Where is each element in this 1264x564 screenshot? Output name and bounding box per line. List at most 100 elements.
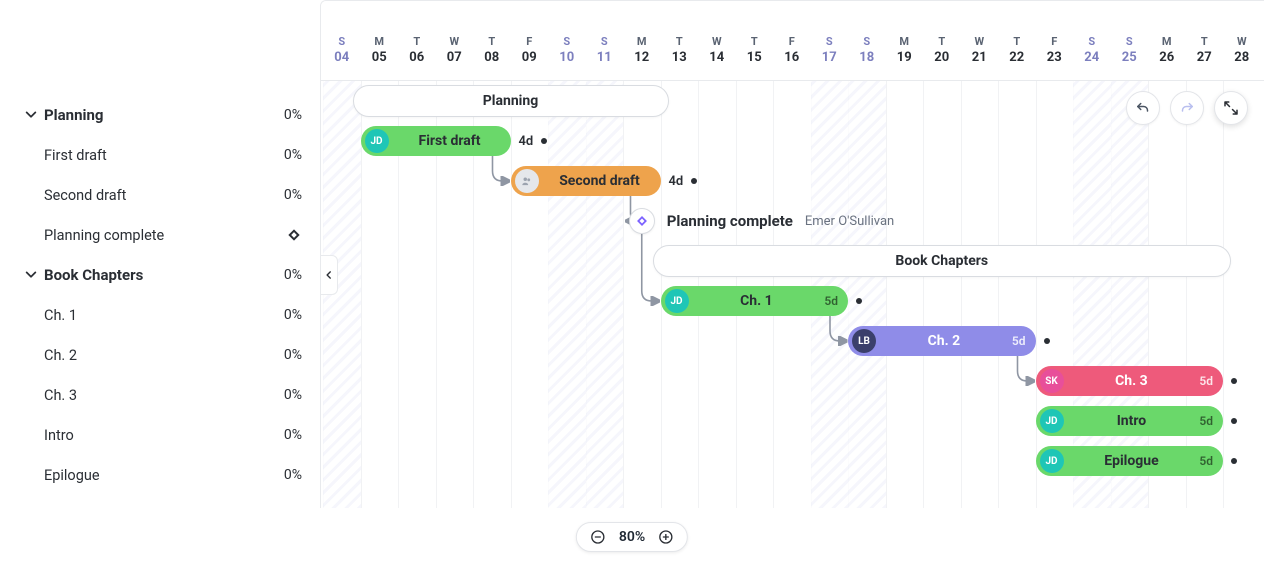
task-bar[interactable]: JDIntro5d <box>1036 406 1224 436</box>
day-header: T22 <box>998 1 1036 67</box>
task-bar-label: Intro <box>1064 413 1200 429</box>
group-progress: 0% <box>284 107 302 123</box>
day-header: S11 <box>586 1 624 67</box>
day-header: F16 <box>773 1 811 67</box>
task-bar-label: Second draft <box>539 173 661 189</box>
day-header: S18 <box>848 1 886 67</box>
day-header: M26 <box>1148 1 1186 67</box>
undo-button[interactable] <box>1126 91 1160 125</box>
zoom-out-button[interactable] <box>589 528 607 546</box>
assignee-avatar[interactable]: JD <box>1040 409 1064 433</box>
day-header: T08 <box>473 1 511 67</box>
assignee-avatar[interactable] <box>515 169 539 193</box>
day-header: M05 <box>361 1 399 67</box>
task-bar[interactable]: JDCh. 15d <box>661 286 849 316</box>
group-row-book-chapters[interactable]: Book Chapters 0% <box>0 255 320 295</box>
task-bar[interactable]: Second draft <box>511 166 661 196</box>
task-bar-label: Ch. 3 <box>1064 373 1200 389</box>
task-bar[interactable]: JDEpilogue5d <box>1036 446 1224 476</box>
task-duration: 4d <box>519 134 534 149</box>
task-bar[interactable]: LBCh. 25d <box>848 326 1036 356</box>
task-progress: 0% <box>284 307 302 323</box>
task-row-planning-complete[interactable]: Planning complete <box>0 215 320 255</box>
assignee-avatar[interactable]: SK <box>1040 369 1064 393</box>
task-label: Epilogue <box>44 467 284 484</box>
task-duration: 5d <box>1199 374 1213 388</box>
collapse-sidebar-button[interactable] <box>320 255 338 295</box>
task-bar[interactable]: SKCh. 35d <box>1036 366 1224 396</box>
group-bar[interactable]: Planning <box>353 85 669 117</box>
task-row-epilogue[interactable]: Epilogue 0% <box>0 455 320 495</box>
task-row-intro[interactable]: Intro 0% <box>0 415 320 455</box>
gantt-timeline[interactable]: S04M05T06W07T08F09S10S11M12T13W14T15F16S… <box>320 0 1264 508</box>
status-dot <box>1231 418 1237 424</box>
status-dot <box>541 138 547 144</box>
group-label: Book Chapters <box>44 266 284 284</box>
group-label: Planning <box>44 106 284 124</box>
day-header: W21 <box>961 1 999 67</box>
task-label: Intro <box>44 427 284 444</box>
day-header: M12 <box>623 1 661 67</box>
milestone[interactable]: Planning completeEmer O'Sullivan <box>629 206 894 236</box>
task-duration: 5d <box>1012 334 1026 348</box>
status-dot <box>1231 378 1237 384</box>
task-label: Planning complete <box>44 227 286 244</box>
day-header: F09 <box>511 1 549 67</box>
assignee-avatar[interactable]: JD <box>365 129 389 153</box>
timeline-header: S04M05T06W07T08F09S10S11M12T13W14T15F16S… <box>321 1 1264 81</box>
chevron-down-icon <box>22 266 40 284</box>
task-row-ch1[interactable]: Ch. 1 0% <box>0 295 320 335</box>
task-progress: 0% <box>284 347 302 363</box>
task-row-ch3[interactable]: Ch. 3 0% <box>0 375 320 415</box>
day-header: T06 <box>398 1 436 67</box>
assignee-avatar[interactable]: JD <box>665 289 689 313</box>
task-duration: 4d <box>669 174 684 189</box>
task-label: Ch. 1 <box>44 307 284 324</box>
day-header: S10 <box>548 1 586 67</box>
task-label: Ch. 3 <box>44 387 284 404</box>
expand-button[interactable] <box>1214 91 1248 125</box>
milestone-icon <box>629 208 655 234</box>
day-header: W28 <box>1223 1 1261 67</box>
day-header: M19 <box>886 1 924 67</box>
task-duration: 5d <box>1199 414 1213 428</box>
day-header: T13 <box>661 1 699 67</box>
assignee-avatar[interactable]: LB <box>852 329 876 353</box>
day-header: T27 <box>1186 1 1224 67</box>
day-header: S25 <box>1111 1 1149 67</box>
task-row-second-draft[interactable]: Second draft 0% <box>0 175 320 215</box>
task-progress: 0% <box>284 467 302 483</box>
redo-button[interactable] <box>1170 91 1204 125</box>
task-list-sidebar: Planning 0% First draft 0% Second draft … <box>0 0 320 564</box>
status-dot <box>1044 338 1050 344</box>
day-header: T15 <box>736 1 774 67</box>
task-bar[interactable]: JDFirst draft <box>361 126 511 156</box>
task-progress: 0% <box>284 427 302 443</box>
chevron-down-icon <box>22 106 40 124</box>
zoom-in-button[interactable] <box>657 528 675 546</box>
day-header: F23 <box>1036 1 1074 67</box>
group-progress: 0% <box>284 267 302 283</box>
day-header: T20 <box>923 1 961 67</box>
task-progress: 0% <box>284 187 302 203</box>
group-row-planning[interactable]: Planning 0% <box>0 95 320 135</box>
task-bar-label: Epilogue <box>1064 453 1200 469</box>
group-bar[interactable]: Book Chapters <box>653 245 1232 277</box>
status-dot <box>1231 458 1237 464</box>
status-dot <box>691 178 697 184</box>
task-row-ch2[interactable]: Ch. 2 0% <box>0 335 320 375</box>
task-bar-label: Ch. 1 <box>689 293 825 309</box>
assignee-avatar[interactable]: JD <box>1040 449 1064 473</box>
timeline-toolbar <box>1126 91 1248 125</box>
task-label: First draft <box>44 147 284 164</box>
milestone-label: Planning complete <box>667 212 793 230</box>
zoom-level: 80% <box>619 529 645 545</box>
task-row-first-draft[interactable]: First draft 0% <box>0 135 320 175</box>
status-dot <box>856 298 862 304</box>
day-header: W07 <box>436 1 474 67</box>
task-duration: 5d <box>1199 454 1213 468</box>
gantt-rows: PlanningBook ChaptersJDFirst draft4dSeco… <box>321 81 1264 508</box>
task-bar-label: First draft <box>389 133 511 149</box>
zoom-control: 80% <box>576 522 688 552</box>
task-label: Ch. 2 <box>44 347 284 364</box>
